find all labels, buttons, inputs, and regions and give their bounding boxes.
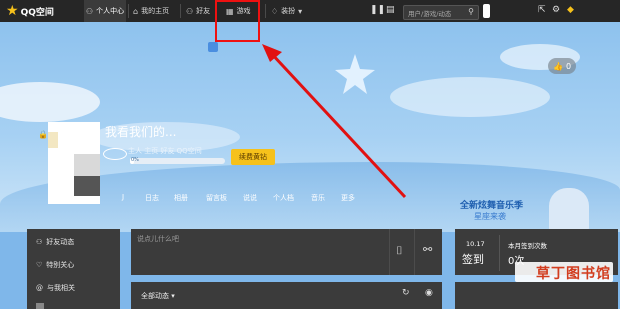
- red-arrow-annotation: [262, 44, 407, 199]
